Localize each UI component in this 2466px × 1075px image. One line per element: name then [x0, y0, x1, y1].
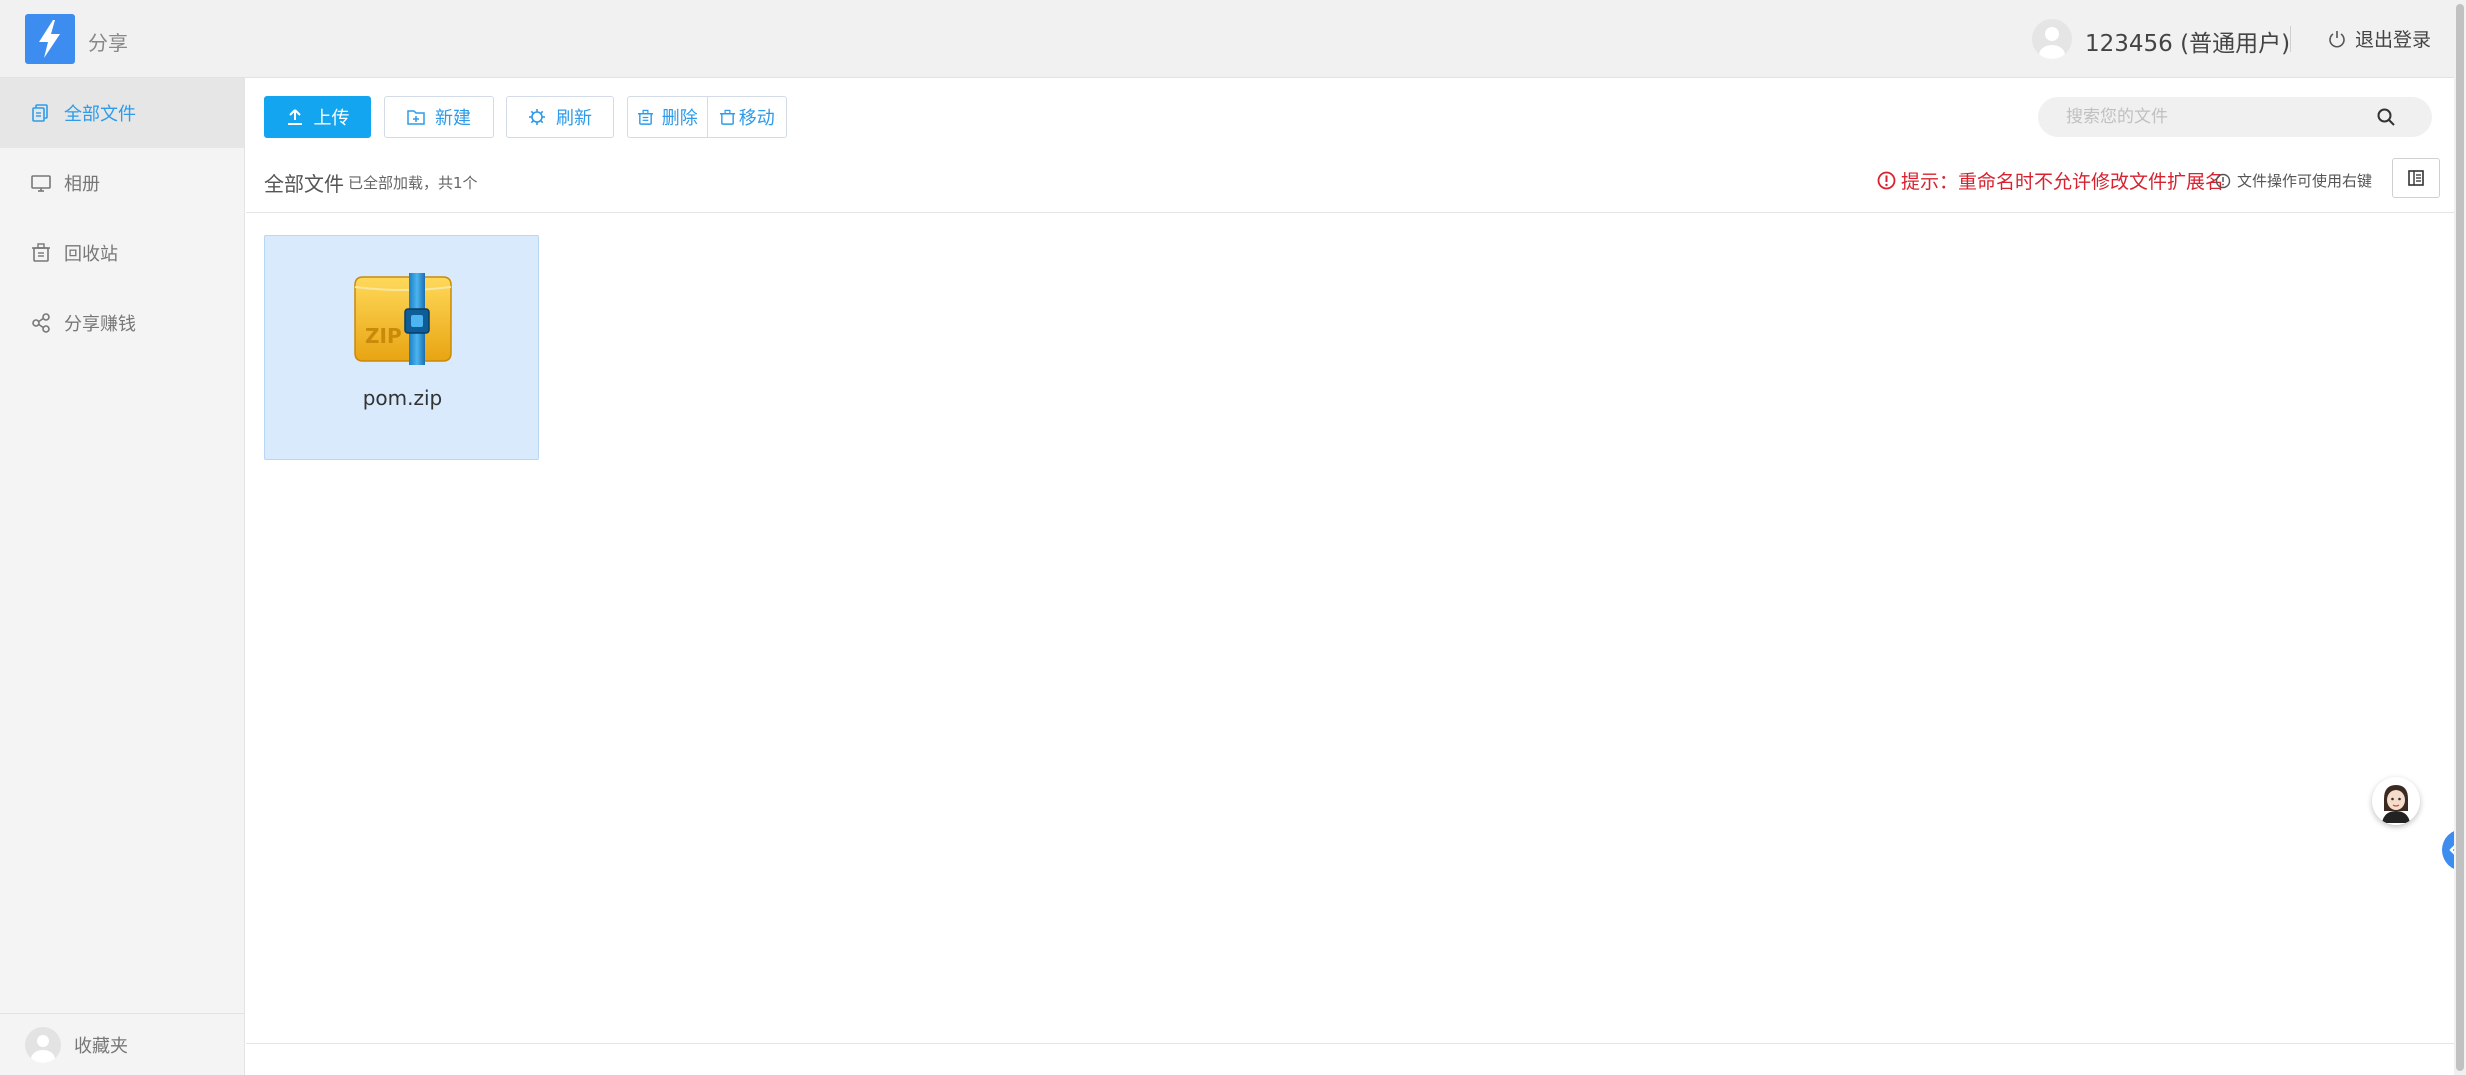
- trash-icon: [32, 243, 50, 262]
- refresh-icon: [529, 109, 545, 125]
- svg-text:ZIP: ZIP: [365, 324, 402, 348]
- header-divider-line: [246, 212, 2454, 213]
- refresh-label: 刷新: [556, 108, 592, 129]
- favorites-label: 收藏夹: [74, 1035, 128, 1057]
- logout-button[interactable]: 退出登录: [2327, 25, 2431, 52]
- right-click-hint: 文件操作可使用右键: [2215, 170, 2372, 191]
- share-icon: [32, 313, 50, 333]
- move-icon: [719, 109, 735, 125]
- user-name[interactable]: 123456 (普通用户): [2085, 24, 2290, 58]
- upload-icon: [287, 109, 302, 125]
- breadcrumb[interactable]: 全部文件: [264, 168, 344, 197]
- move-label: 移动: [738, 108, 775, 129]
- warning-circle-icon: [1877, 171, 1896, 190]
- upload-button[interactable]: 上传: [264, 96, 371, 138]
- scrollbar-thumb[interactable]: [2456, 4, 2464, 1071]
- hint-text: 文件操作可使用右键: [2237, 172, 2373, 190]
- sidebar-item-label: 回收站: [64, 244, 118, 265]
- sidebar-item-recycle-bin[interactable]: 回收站: [0, 218, 244, 288]
- rename-warning: 提示：重命名时不允许修改文件扩展名: [1877, 167, 2224, 194]
- list-view-icon: [2408, 170, 2424, 186]
- lightning-logo-icon[interactable]: [25, 14, 75, 64]
- delete-button[interactable]: 删除: [628, 97, 707, 137]
- new-folder-icon: [407, 110, 425, 125]
- header-divider: [2290, 26, 2291, 52]
- footer-divider: [246, 1043, 2454, 1044]
- files-icon: [32, 104, 48, 122]
- sidebar-item-share-earn[interactable]: 分享赚钱: [0, 288, 244, 358]
- app-title: 分享: [88, 31, 128, 55]
- zip-file-icon: ZIP: [354, 273, 452, 365]
- monitor-icon: [31, 175, 51, 192]
- sidebar-item-album[interactable]: 相册: [0, 148, 244, 218]
- sidebar-item-label: 相册: [64, 174, 100, 195]
- sidebar-item-all-files[interactable]: 全部文件: [0, 78, 244, 148]
- tip-text: 提示：重命名时不允许修改文件扩展名: [1901, 171, 2225, 193]
- search-box: [2038, 97, 2432, 137]
- new-label: 新建: [435, 108, 471, 129]
- power-icon: [2329, 30, 2345, 47]
- user-avatar[interactable]: [2032, 19, 2072, 59]
- delete-move-group: 删除 移动: [627, 96, 787, 138]
- avatar: [25, 1026, 61, 1063]
- load-status: 已全部加载，共1个: [348, 174, 478, 192]
- search-icon[interactable]: [2375, 106, 2397, 128]
- sidebar: 全部文件 相册 回收站 分享赚钱 收藏夹: [0, 78, 245, 1075]
- trash-icon: [637, 109, 653, 125]
- sidebar-item-label: 分享赚钱: [64, 314, 136, 335]
- file-item[interactable]: ZIP pom.zip: [264, 235, 539, 460]
- upload-label: 上传: [313, 108, 350, 129]
- delete-label: 删除: [661, 108, 698, 129]
- move-button[interactable]: 移动: [706, 97, 787, 137]
- info-circle-icon: [2215, 173, 2231, 188]
- refresh-button[interactable]: 刷新: [506, 96, 614, 138]
- top-header: 分享 123456 (普通用户) 退出登录: [0, 0, 2454, 78]
- logout-label: 退出登录: [2355, 29, 2432, 51]
- search-input[interactable]: [2066, 105, 2366, 129]
- assistant-avatar-icon[interactable]: [2372, 777, 2420, 825]
- favorites[interactable]: 收藏夹: [0, 1013, 244, 1075]
- view-toggle-button[interactable]: [2392, 158, 2440, 198]
- sidebar-item-label: 全部文件: [64, 104, 136, 125]
- new-button[interactable]: 新建: [384, 96, 494, 138]
- file-name: pom.zip: [362, 386, 443, 410]
